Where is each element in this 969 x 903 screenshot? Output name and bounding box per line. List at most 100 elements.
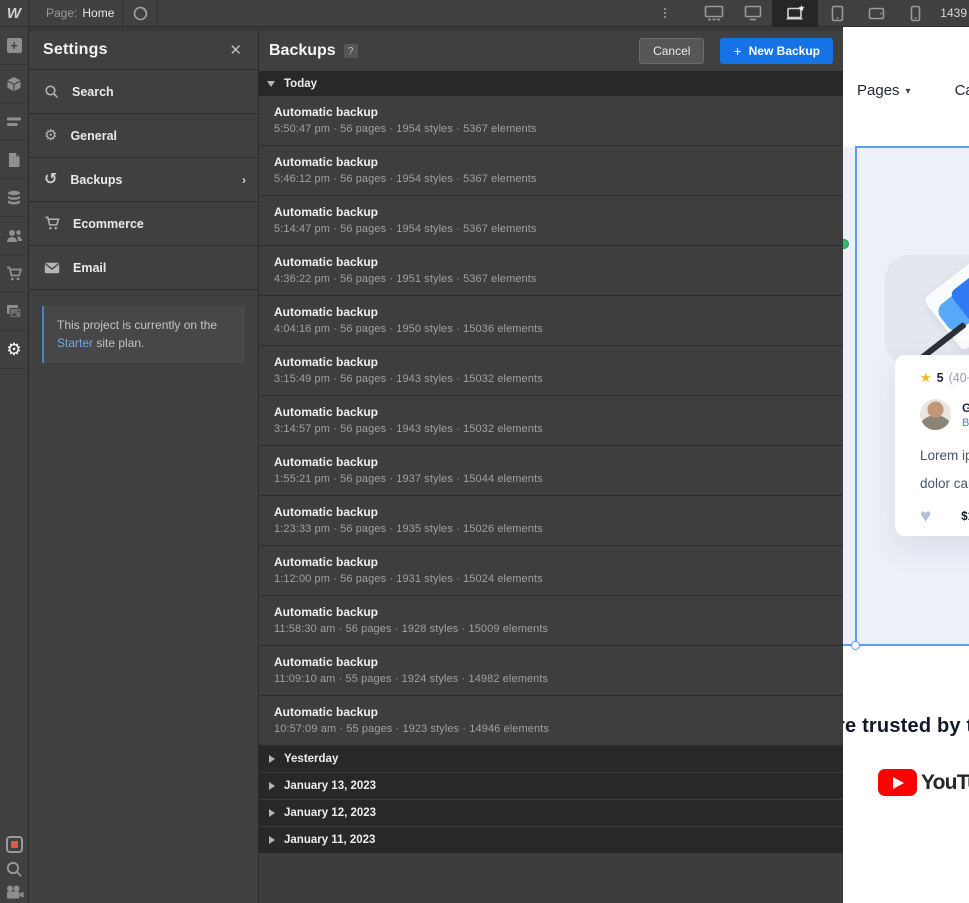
backup-meta: 5:50:47 pm · 56 pages · 1954 styles · 53…: [274, 123, 843, 135]
cube-icon: [6, 76, 22, 92]
divider: [157, 0, 158, 27]
backup-row[interactable]: Automatic backup 11:09:10 am · 55 pages …: [259, 646, 843, 696]
settings-panel: Settings ✕ Search ⚙ General ↺ Backups › …: [29, 27, 258, 903]
history-icon: ↺: [44, 172, 57, 188]
backup-row[interactable]: Automatic backup 3:14:57 pm · 56 pages ·…: [259, 396, 843, 446]
breakpoint-phone-landscape-button[interactable]: [857, 0, 896, 27]
preview-toggle-button[interactable]: [123, 0, 157, 27]
page-label: Page:: [46, 6, 77, 20]
nav-cart-label: Car: [955, 82, 969, 99]
backup-row[interactable]: Automatic backup 4:04:16 pm · 56 pages ·…: [259, 296, 843, 346]
section-label: January 13, 2023: [284, 780, 376, 792]
components-button[interactable]: [0, 65, 28, 103]
navigator-button[interactable]: [0, 103, 28, 141]
backup-meta: 3:15:49 pm · 56 pages · 1943 styles · 15…: [274, 373, 843, 385]
backup-meta: 5:46:12 pm · 56 pages · 1954 styles · 53…: [274, 173, 843, 185]
backup-section-today[interactable]: Today: [259, 71, 843, 96]
backup-row[interactable]: Automatic backup 5:46:12 pm · 56 pages ·…: [259, 146, 843, 196]
backup-meta: 1:23:33 pm · 56 pages · 1935 styles · 15…: [274, 523, 843, 535]
add-elements-button[interactable]: +: [0, 27, 28, 65]
trusted-heading: re trusted by t: [843, 715, 969, 738]
nav-pages-link[interactable]: Pages ▾: [857, 82, 911, 99]
assets-button[interactable]: [0, 293, 28, 331]
tablet-icon: [831, 5, 844, 22]
phone-landscape-icon: [868, 7, 885, 20]
nav-cart-link[interactable]: Car: [955, 82, 969, 99]
database-icon: [6, 190, 22, 206]
backup-title: Automatic backup: [274, 405, 843, 419]
record-button[interactable]: [6, 836, 23, 853]
site-plan-notice: This project is currently on the Starter…: [42, 306, 245, 363]
backup-row[interactable]: Automatic backup 5:14:47 pm · 56 pages ·…: [259, 196, 843, 246]
breakpoint-width-value: 1439: [935, 6, 969, 20]
members-button[interactable]: [0, 217, 28, 255]
backup-meta: 1:12:00 pm · 56 pages · 1931 styles · 15…: [274, 573, 843, 585]
breakpoint-tablet-button[interactable]: [818, 0, 857, 27]
backup-title: Automatic backup: [274, 455, 843, 469]
breakpoint-desktop-large-button[interactable]: [694, 0, 733, 27]
video-help-button[interactable]: [5, 885, 24, 899]
backup-title: Automatic backup: [274, 555, 843, 569]
backup-row[interactable]: Automatic backup 1:55:21 pm · 56 pages ·…: [259, 446, 843, 496]
left-toolbar-bottom: [0, 836, 28, 899]
backup-row[interactable]: Automatic backup 5:50:47 pm · 56 pages ·…: [259, 96, 843, 146]
laptop-starred-icon: [784, 5, 806, 22]
backup-title: Automatic backup: [274, 105, 843, 119]
cms-button[interactable]: [0, 179, 28, 217]
phone-icon: [910, 5, 921, 22]
zoom-button[interactable]: [5, 860, 23, 878]
page-file-icon: [7, 152, 21, 168]
backup-section-header[interactable]: January 11, 2023: [259, 827, 843, 854]
backups-title: Backups: [269, 42, 336, 60]
panel-filler: [259, 854, 843, 903]
close-icon[interactable]: ✕: [225, 39, 246, 61]
page-selector[interactable]: Page: Home: [38, 0, 122, 27]
backup-title: Automatic backup: [274, 205, 843, 219]
more-options-button[interactable]: [652, 0, 678, 27]
backup-title: Automatic backup: [274, 305, 843, 319]
cart-icon: [6, 266, 22, 282]
backup-meta: 4:36:22 pm · 56 pages · 1951 styles · 53…: [274, 273, 843, 285]
backup-title: Automatic backup: [274, 255, 843, 269]
envelope-icon: [44, 262, 60, 274]
settings-item-ecommerce[interactable]: Ecommerce: [29, 202, 258, 246]
settings-item-general[interactable]: ⚙ General: [29, 114, 258, 158]
starter-plan-link[interactable]: Starter: [57, 336, 93, 350]
settings-item-label: Search: [72, 85, 246, 99]
plan-notice-suffix: site plan.: [96, 336, 144, 350]
project-settings-button[interactable]: ⚙: [0, 331, 28, 369]
section-label: January 12, 2023: [284, 807, 376, 819]
breakpoint-laptop-button[interactable]: [772, 0, 818, 27]
backup-row[interactable]: Automatic backup 1:12:00 pm · 56 pages ·…: [259, 546, 843, 596]
backup-meta: 11:09:10 am · 55 pages · 1924 styles · 1…: [274, 673, 843, 685]
video-camera-icon: [5, 885, 24, 899]
backup-title: Automatic backup: [274, 655, 843, 669]
backup-row[interactable]: Automatic backup 4:36:22 pm · 56 pages ·…: [259, 246, 843, 296]
section-label: Today: [284, 78, 317, 90]
backup-section-header[interactable]: January 13, 2023: [259, 773, 843, 800]
cart-icon: [44, 216, 60, 231]
backup-section-header[interactable]: Yesterday: [259, 746, 843, 773]
new-backup-button[interactable]: + New Backup: [720, 38, 833, 64]
backup-row[interactable]: Automatic backup 11:58:30 am · 56 pages …: [259, 596, 843, 646]
breakpoint-desktop-button[interactable]: [733, 0, 772, 27]
backup-row[interactable]: Automatic backup 10:57:09 am · 55 pages …: [259, 696, 843, 746]
settings-item-label: Ecommerce: [73, 217, 246, 231]
settings-item-search[interactable]: Search: [29, 70, 258, 114]
chevron-right-icon: ›: [242, 173, 246, 187]
backup-row[interactable]: Automatic backup 1:23:33 pm · 56 pages ·…: [259, 496, 843, 546]
webflow-logo-button[interactable]: W: [0, 0, 29, 27]
breakpoint-phone-button[interactable]: [896, 0, 935, 27]
backups-header: Backups ? Cancel + New Backup: [259, 31, 843, 71]
backup-section-header[interactable]: January 12, 2023: [259, 800, 843, 827]
settings-item-backups[interactable]: ↺ Backups ›: [29, 158, 258, 202]
ecommerce-button[interactable]: [0, 255, 28, 293]
backup-row[interactable]: Automatic backup 3:15:49 pm · 56 pages ·…: [259, 346, 843, 396]
help-icon[interactable]: ?: [344, 44, 358, 58]
layers-lines-icon: [6, 116, 22, 128]
settings-item-email[interactable]: Email: [29, 246, 258, 290]
pages-button[interactable]: [0, 141, 28, 179]
selection-resize-handle[interactable]: [851, 641, 860, 650]
backup-title: Automatic backup: [274, 705, 843, 719]
cancel-button[interactable]: Cancel: [639, 38, 704, 64]
